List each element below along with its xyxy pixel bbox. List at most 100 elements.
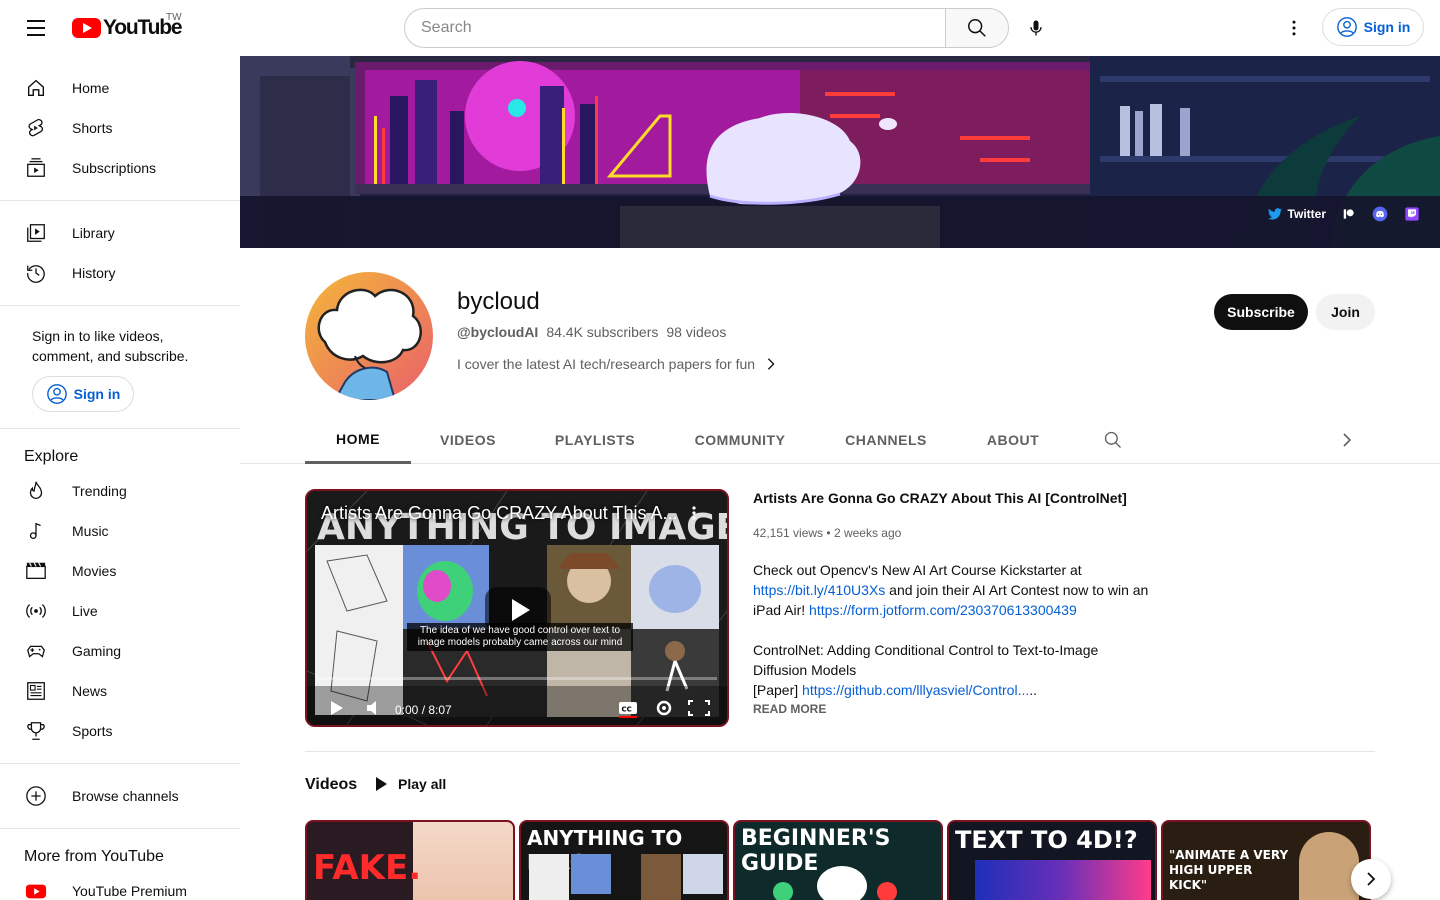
search-button[interactable] <box>945 8 1009 48</box>
video-count: 98 videos <box>666 324 727 340</box>
tab-playlists[interactable]: PLAYLISTS <box>545 416 645 464</box>
twitter-link[interactable]: Twitter <box>1267 207 1326 221</box>
trending-icon <box>24 479 48 503</box>
video-thumbnail[interactable]: FAKE. <box>305 820 515 900</box>
videos-shelf-title[interactable]: Videos <box>305 776 357 794</box>
library-icon <box>24 221 48 245</box>
sidebar-item-label: Browse channels <box>72 788 179 804</box>
news-icon <box>24 679 48 703</box>
sidebar-item-trending[interactable]: Trending <box>0 471 240 511</box>
more-from-youtube-heading: More from YouTube <box>24 848 164 865</box>
search-icon <box>968 19 986 37</box>
thumbnail-text: TEXT TO 4D!? <box>955 826 1138 854</box>
account-icon <box>1336 17 1357 37</box>
sidebar-item-browse-channels[interactable]: Browse channels <box>0 776 240 816</box>
tab-home[interactable]: HOME <box>305 416 411 464</box>
banner-artwork <box>240 56 1440 248</box>
patreon-icon[interactable] <box>1342 207 1356 221</box>
description-link[interactable]: https://bit.ly/410U3Xs <box>753 582 885 598</box>
live-icon <box>24 599 48 623</box>
thumbnail-image <box>529 854 569 900</box>
meta-separator: • <box>826 526 834 540</box>
view-count: 42,151 views <box>753 526 824 540</box>
twitter-link-label: Twitter <box>1287 207 1326 221</box>
channel-description[interactable]: I cover the latest AI tech/research pape… <box>457 356 777 372</box>
read-more-button[interactable]: READ MORE <box>753 702 826 716</box>
player-time: 0:00 / 8:07 <box>395 703 452 717</box>
thumbnail-image <box>1299 832 1359 900</box>
subscribe-button[interactable]: Subscribe <box>1214 294 1308 330</box>
sidebar-sign-in-button[interactable]: Sign in <box>32 376 134 412</box>
sidebar-item-home[interactable]: Home <box>0 68 240 108</box>
video-thumbnail[interactable]: ANYTHING TO IMAGE <box>519 820 729 900</box>
search-input[interactable] <box>404 8 945 48</box>
discord-icon[interactable] <box>1372 206 1388 222</box>
chevron-right-icon <box>767 358 775 370</box>
settings-menu-button[interactable] <box>1274 8 1314 48</box>
channel-name: bycloud <box>457 288 540 315</box>
tab-about[interactable]: ABOUT <box>976 416 1050 464</box>
video-thumbnail[interactable]: BEGINNER'S GUIDE <box>733 820 943 900</box>
sidebar-item-history[interactable]: History <box>0 253 240 293</box>
tab-channels[interactable]: CHANNELS <box>836 416 936 464</box>
sidebar-item-label: Subscriptions <box>72 160 157 176</box>
sidebar-item-label: Library <box>72 225 115 241</box>
thumbnail-image <box>773 882 793 900</box>
description-text: .. <box>1029 682 1038 698</box>
shelf-next-button[interactable] <box>1351 859 1391 899</box>
movies-icon <box>24 559 48 583</box>
channel-search-button[interactable] <box>1098 416 1128 464</box>
video-frame: ANYTHING TO IMAGE CC <box>307 491 727 725</box>
featured-video-title[interactable]: Artists Are Gonna Go CRAZY About This AI… <box>753 490 1127 506</box>
sign-in-button[interactable]: Sign in <box>1322 8 1424 46</box>
tab-community[interactable]: COMMUNITY <box>684 416 796 464</box>
sidebar-item-shorts[interactable]: Shorts <box>0 108 240 148</box>
thumbnail-image <box>817 866 867 900</box>
thumbnail-image <box>975 860 1151 900</box>
sidebar-item-news[interactable]: News <box>0 671 240 711</box>
sidebar-item-label: Live <box>72 603 98 619</box>
sidebar-item-subscriptions[interactable]: Subscriptions <box>0 148 240 188</box>
subscriber-count: 84.4K subscribers <box>546 324 659 340</box>
menu-icon[interactable] <box>16 8 56 48</box>
tabs-scroll-right-button[interactable] <box>1334 416 1360 464</box>
sidebar-item-youtube-premium[interactable]: YouTube Premium <box>0 871 240 900</box>
featured-video-player[interactable]: ANYTHING TO IMAGE CC Artists Are Gonna G… <box>305 489 729 727</box>
thumbnail-text: FAKE. <box>313 848 422 888</box>
description-line: [Paper] https://github.com/lllyasviel/Co… <box>753 680 1153 700</box>
sidebar-item-label: News <box>72 683 108 699</box>
sidebar-item-movies[interactable]: Movies <box>0 551 240 591</box>
featured-video-meta: 42,151 views • 2 weeks ago <box>753 526 901 540</box>
sidebar-item-sports[interactable]: Sports <box>0 711 240 751</box>
sidebar-item-label: Sports <box>72 723 113 739</box>
sidebar-item-live[interactable]: Live <box>0 591 240 631</box>
banner-links: Twitter <box>1267 206 1420 222</box>
join-button[interactable]: Join <box>1316 294 1375 330</box>
video-thumbnail[interactable]: TEXT TO 4D!? <box>947 820 1157 900</box>
tab-videos[interactable]: VIDEOS <box>428 416 508 464</box>
sidebar-item-label: Trending <box>72 483 127 499</box>
description-text: ControlNet: Adding Conditional Control t… <box>753 642 1099 678</box>
thumbnail-image <box>877 882 897 900</box>
description-text: Check out Opencv's New AI Art Course Kic… <box>753 562 1082 578</box>
youtube-logo[interactable]: YouTube <box>72 16 183 40</box>
sidebar: Home Shorts Subscriptions Library Histor… <box>0 56 240 900</box>
sidebar-item-label: Home <box>72 80 110 96</box>
thumbnail-image <box>683 854 723 894</box>
description-link[interactable]: https://github.com/lllyasviel/Control... <box>802 682 1029 698</box>
sports-icon <box>24 719 48 743</box>
video-thumbnail[interactable]: "ANIMATE A VERY HIGH UPPER KICK" <box>1161 820 1371 900</box>
channel-banner: Twitter <box>240 56 1440 248</box>
voice-search-button[interactable] <box>1016 8 1056 48</box>
sidebar-item-music[interactable]: Music <box>0 511 240 551</box>
upload-age: 2 weeks ago <box>833 526 902 540</box>
thumbnail-image <box>413 822 513 900</box>
play-all-button[interactable]: Play all <box>374 776 446 792</box>
sidebar-divider <box>0 428 240 429</box>
channel-avatar[interactable] <box>305 272 433 400</box>
sidebar-item-gaming[interactable]: Gaming <box>0 631 240 671</box>
sidebar-item-library[interactable]: Library <box>0 213 240 253</box>
description-link[interactable]: https://form.jotform.com/230370613300439 <box>809 602 1077 618</box>
sidebar-item-label: YouTube Premium <box>72 883 187 899</box>
twitch-icon[interactable] <box>1404 206 1420 222</box>
